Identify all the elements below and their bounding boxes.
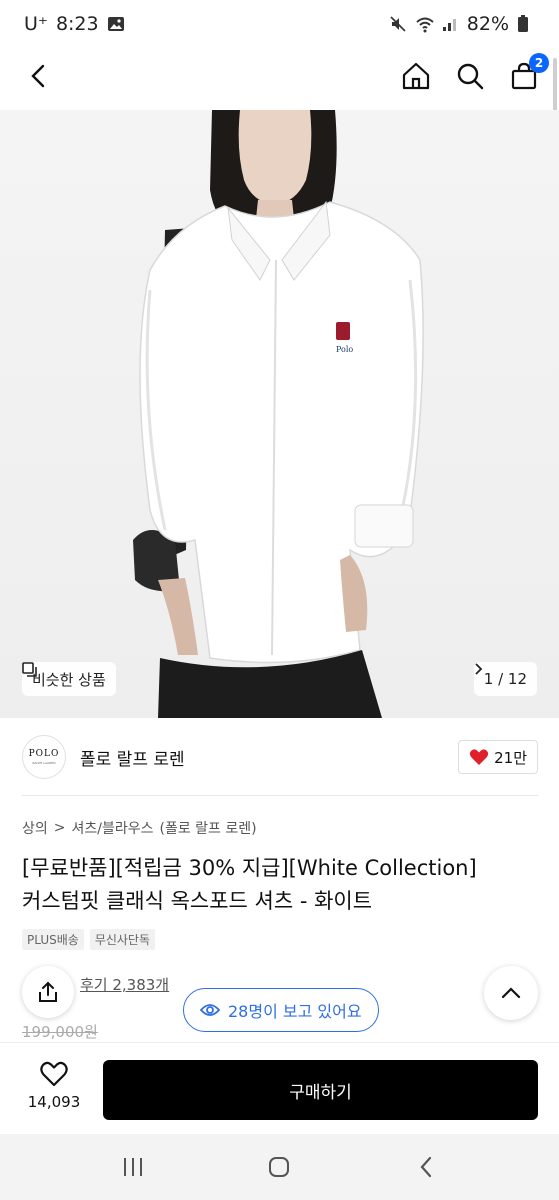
brand-like-count: 21만	[494, 748, 527, 767]
status-left: U⁺ 8:23	[24, 13, 125, 35]
breadcrumb-brand[interactable]: (폴로 랄프 로렌)	[160, 818, 257, 838]
top-nav: 2	[0, 48, 559, 104]
brand-like-button[interactable]: 21만	[458, 740, 538, 774]
breadcrumb-category[interactable]: 상의	[22, 818, 48, 838]
wishlist-count: 14,093	[27, 1093, 81, 1111]
back-arrow-icon	[31, 64, 45, 88]
product-title-line1: [무료반품][적립금 30% 지급][White Collection]	[22, 856, 477, 880]
similar-products-button[interactable]: 비슷한 상품	[22, 662, 116, 696]
clock: 8:23	[55, 13, 99, 35]
share-button[interactable]	[22, 966, 74, 1018]
brand-logo: POLO RALPH LAUREN	[22, 735, 66, 779]
chevron-up-icon	[501, 987, 521, 999]
home-icon	[402, 62, 430, 90]
wifi-icon	[415, 15, 434, 33]
tag-plus-delivery: PLUS배송	[22, 929, 84, 950]
eye-icon	[200, 1004, 220, 1016]
search-button[interactable]	[453, 59, 487, 93]
brand-row: POLO RALPH LAUREN 폴로 랄프 로렌 21만	[22, 728, 538, 786]
brand-name: 폴로 랄프 로렌	[80, 749, 185, 770]
system-back-button[interactable]	[406, 1147, 446, 1187]
product-tags: PLUS배송 무신사단독	[22, 929, 156, 950]
recent-apps-button[interactable]	[113, 1147, 153, 1187]
product-title: [무료반품][적립금 30% 지급][White Collection] 커스텀…	[22, 852, 542, 918]
breadcrumb: 상의 > 셔츠/블라우스 (폴로 랄프 로렌)	[22, 818, 257, 838]
chevron-right-icon	[475, 663, 483, 675]
heart-filled-icon	[469, 749, 489, 765]
signal-icon	[441, 15, 459, 33]
similar-icon	[22, 662, 37, 677]
similar-products-label: 비슷한 상품	[32, 670, 106, 689]
product-title-line2: 커스텀핏 클래식 옥스포드 셔츠 - 화이트	[22, 889, 373, 913]
recent-apps-icon	[124, 1158, 143, 1176]
battery-icon	[517, 15, 535, 33]
carrier-label: U⁺	[24, 13, 48, 35]
search-icon	[457, 63, 484, 90]
share-icon	[39, 981, 57, 1002]
buy-button[interactable]: 구매하기	[103, 1060, 538, 1120]
heart-outline-icon	[40, 1061, 68, 1087]
status-right: 82%	[389, 13, 535, 35]
brand-logo-text: POLO	[28, 749, 60, 759]
image-page-counter[interactable]: 1 / 12	[473, 662, 537, 696]
cart-button[interactable]: 2	[507, 53, 549, 93]
review-link[interactable]: 후기 2,383개	[80, 974, 169, 995]
brand-logo-subtext: RALPH LAUREN	[32, 761, 56, 765]
status-bar: U⁺ 8:23 82%	[0, 0, 559, 48]
gallery-notification-icon	[107, 15, 125, 33]
breadcrumb-separator: >	[53, 820, 66, 836]
mute-icon	[389, 15, 407, 33]
scroll-top-button[interactable]	[484, 966, 538, 1020]
back-button[interactable]	[22, 59, 56, 93]
home-button[interactable]	[399, 59, 433, 93]
system-home-button[interactable]	[259, 1147, 299, 1187]
cart-count-badge: 2	[529, 53, 549, 73]
breadcrumb-subcategory[interactable]: 셔츠/블라우스	[72, 818, 154, 838]
system-home-icon	[269, 1157, 290, 1177]
page-counter-text: 1 / 12	[483, 670, 527, 688]
product-photo: Polo	[133, 110, 424, 718]
tag-exclusive: 무신사단독	[89, 929, 156, 950]
original-price: 199,000원	[22, 1023, 98, 1041]
system-back-icon	[420, 1156, 431, 1178]
nav-actions: 2	[399, 53, 549, 93]
viewers-indicator: 28명이 보고 있어요	[183, 988, 379, 1032]
scroll-indicator	[553, 58, 557, 118]
product-image-carousel[interactable]: Polo 비슷한 상품 1 / 12	[0, 110, 559, 718]
purchase-bar: 14,093 구매하기	[0, 1042, 559, 1134]
battery-percent: 82%	[466, 13, 509, 35]
brand-link[interactable]: POLO RALPH LAUREN 폴로 랄프 로렌	[22, 735, 185, 779]
system-nav-bar	[0, 1134, 559, 1200]
section-divider	[22, 795, 538, 796]
wishlist-button[interactable]: 14,093	[22, 1061, 86, 1111]
shirt-logo-text: Polo	[336, 345, 353, 354]
viewers-text: 28명이 보고 있어요	[228, 1002, 362, 1021]
